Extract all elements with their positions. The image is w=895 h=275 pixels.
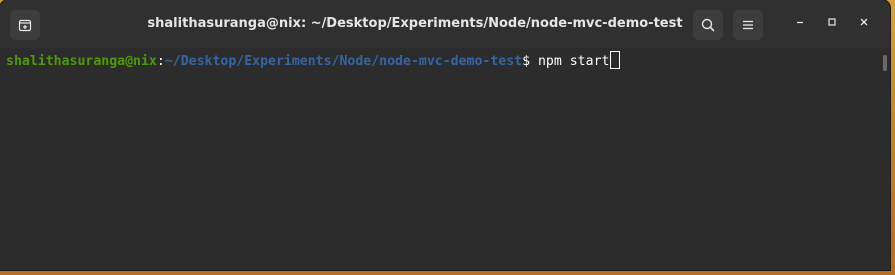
new-tab-button[interactable] — [10, 10, 40, 40]
terminal-output[interactable]: shalithasuranga@nix:~/Desktop/Experiment… — [0, 48, 890, 270]
close-button[interactable] — [852, 12, 876, 36]
maximize-button[interactable] — [820, 12, 844, 36]
search-icon — [700, 17, 716, 33]
command-text: npm start — [530, 54, 610, 69]
menu-button[interactable] — [733, 10, 763, 40]
hamburger-menu-icon — [741, 18, 755, 32]
prompt-user: shalithasuranga@nix — [6, 54, 157, 69]
maximize-icon — [826, 15, 838, 33]
title-bar[interactable]: shalithasuranga@nix: ~/Desktop/Experimen… — [0, 0, 890, 49]
prompt-path: ~/Desktop/Experiments/Node/node-mvc-demo… — [164, 54, 523, 69]
desktop-background: shalithasuranga@nix: ~/Desktop/Experimen… — [0, 0, 895, 275]
text-cursor — [610, 51, 621, 69]
minimize-icon — [794, 15, 806, 33]
new-tab-icon — [17, 17, 33, 33]
window-title: shalithasuranga@nix: ~/Desktop/Experimen… — [147, 16, 683, 31]
minimize-button[interactable] — [788, 12, 812, 36]
terminal-window: shalithasuranga@nix: ~/Desktop/Experimen… — [0, 0, 890, 270]
search-button[interactable] — [693, 10, 723, 40]
close-icon — [858, 15, 870, 33]
prompt-colon: : — [156, 54, 165, 69]
scrollbar[interactable] — [883, 55, 887, 71]
prompt-symbol: $ — [522, 54, 531, 69]
